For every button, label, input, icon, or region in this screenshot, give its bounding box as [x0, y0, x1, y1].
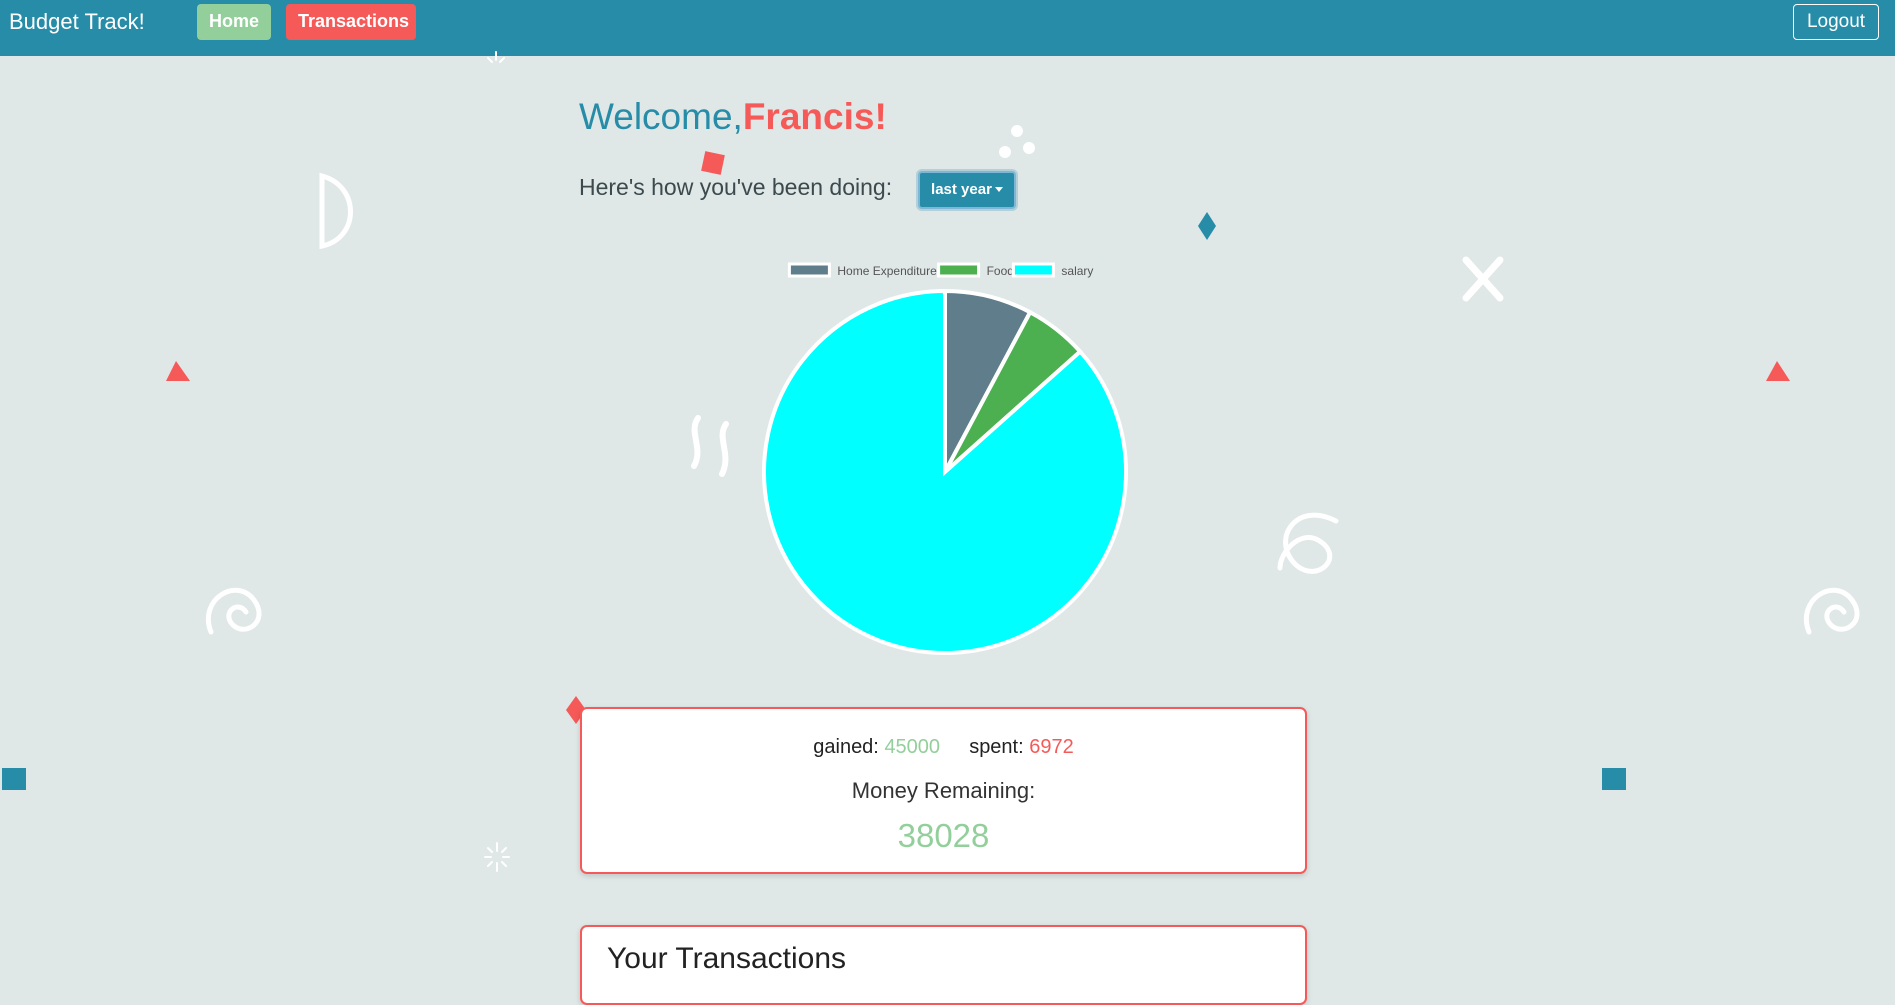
transactions-button[interactable]: Transactions [286, 4, 416, 40]
spent-value: 6972 [1029, 736, 1074, 758]
user-name: Francis [742, 96, 875, 137]
gained-spent-line: gained: 45000 spent: 6972 [582, 736, 1305, 759]
period-dropdown[interactable]: last year [918, 171, 1016, 209]
legend-label: Home Expenditure [837, 264, 937, 278]
caret-down-icon [994, 186, 1003, 192]
transactions-title: Your Transactions [607, 942, 847, 975]
legend-item-home-expenditure[interactable]: Home Expenditure [787, 262, 937, 278]
legend-swatch [1011, 262, 1055, 278]
pie-slice-salary[interactable] [762, 288, 1128, 655]
legend-label: salary [1061, 264, 1093, 278]
gained-label: gained: [813, 736, 879, 758]
brand-title[interactable]: Budget Track! [9, 9, 145, 35]
gained-value: 45000 [884, 736, 941, 758]
summary-card: gained: 45000 spent: 6972 Money Remainin… [580, 707, 1307, 874]
remaining-value: 38028 [897, 817, 990, 854]
spent-label: spent: [969, 736, 1024, 758]
legend-label: Food [987, 264, 1014, 278]
transactions-card: Your Transactions [580, 925, 1307, 1005]
pie-slice-home-expenditure[interactable] [943, 288, 1033, 473]
legend-item-salary[interactable]: salary [1011, 262, 1093, 278]
period-selected: last year [931, 181, 992, 198]
logout-button[interactable]: Logout [1793, 4, 1879, 40]
remaining-label: Money Remaining: [851, 778, 1036, 803]
legend-swatch [937, 262, 981, 278]
legend-item-food[interactable]: Food [937, 262, 1014, 278]
welcome-suffix: ! [874, 96, 887, 137]
home-button[interactable]: Home [197, 4, 271, 40]
navbar: Budget Track! Home Transactions Logout [0, 0, 1895, 56]
legend-swatch [787, 262, 831, 278]
period-prompt: Here's how you've been doing: [579, 174, 893, 200]
welcome-prefix: Welcome, [579, 96, 743, 137]
welcome-heading: Welcome,Francis! [579, 96, 887, 138]
pie-slice-food[interactable] [943, 309, 1083, 474]
